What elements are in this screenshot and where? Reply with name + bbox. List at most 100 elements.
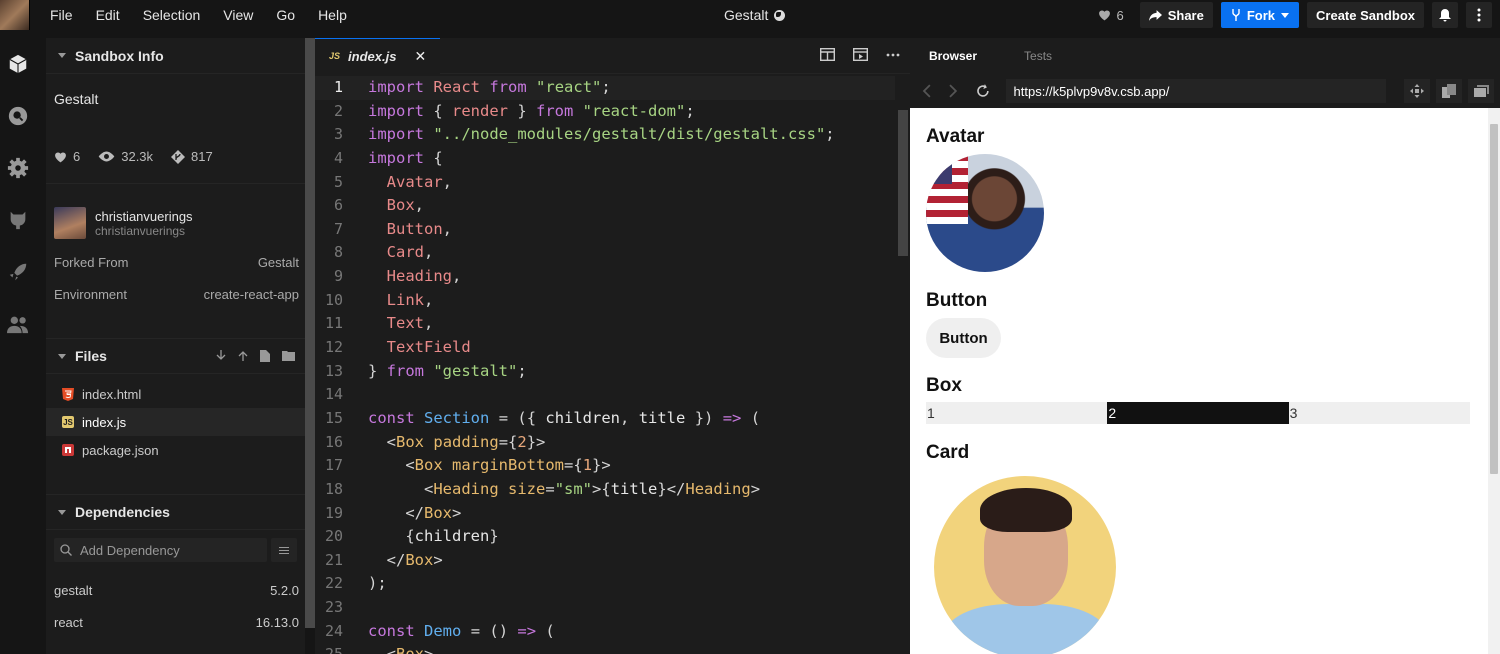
dependency-menu-button[interactable] [271, 538, 297, 562]
code-line[interactable]: 22); [315, 572, 895, 596]
back-icon[interactable] [922, 84, 931, 98]
code-line[interactable]: 23 [315, 596, 895, 620]
activity-sandbox-info[interactable] [0, 38, 36, 90]
activity-github[interactable] [0, 194, 36, 246]
open-new-window-button[interactable] [1436, 79, 1463, 103]
console-icon [1473, 85, 1489, 97]
new-folder-icon[interactable] [282, 350, 295, 361]
user-avatar-logo[interactable] [0, 0, 30, 30]
code-line[interactable]: 25 <Box> [315, 643, 895, 654]
tab-tests[interactable]: Tests [1024, 49, 1052, 63]
create-sandbox-button[interactable]: Create Sandbox [1307, 2, 1424, 28]
avatar [54, 207, 86, 239]
menu-view[interactable]: View [223, 7, 253, 23]
responsive-button[interactable] [1404, 79, 1431, 103]
code-line[interactable]: 16 <Box padding={2}> [315, 431, 895, 455]
menu-go[interactable]: Go [276, 7, 295, 23]
file-item-index-js[interactable]: JS index.js [46, 408, 305, 436]
demo-button[interactable]: Button [926, 318, 1001, 358]
dependency-item-gestalt[interactable]: gestalt 5.2.0 [46, 574, 305, 606]
code-line[interactable]: 15 const Section = ({ children, title }) … [315, 407, 895, 431]
code-line[interactable]: 24 const Demo = () => ( [315, 620, 895, 644]
activity-settings[interactable] [0, 142, 36, 194]
code-line[interactable]: 21 </Box> [315, 549, 895, 573]
editor-scrollbar[interactable] [896, 76, 910, 654]
console-button[interactable] [1468, 79, 1495, 103]
cube-icon [9, 54, 27, 74]
box-row: 1 2 3 [926, 402, 1470, 424]
code-line[interactable]: 18 <Heading size="sm">{title}</Heading> [315, 478, 895, 502]
forked-from-link[interactable]: Gestalt [258, 255, 299, 270]
code-line[interactable]: 6 Box, [315, 194, 895, 218]
sidebar-scrollbar[interactable] [305, 38, 315, 628]
close-icon[interactable]: ✕ [414, 48, 426, 65]
code-line[interactable]: 2 import { render } from "react-dom"; [315, 100, 895, 124]
menu-edit[interactable]: Edit [96, 7, 120, 23]
menu-help[interactable]: Help [318, 7, 347, 23]
share-button[interactable]: Share [1139, 2, 1213, 28]
dependencies-header[interactable]: Dependencies [46, 494, 305, 530]
code-line[interactable]: 12 TextField [315, 336, 895, 360]
preview-scrollbar[interactable] [1488, 108, 1500, 654]
sandbox-info-label: Sandbox Info [75, 47, 164, 64]
preview-icon[interactable] [853, 48, 868, 61]
tab-index-js[interactable]: JS index.js ✕ [315, 37, 441, 74]
dependency-item-react[interactable]: react 16.13.0 [46, 606, 305, 638]
stat-forks: 817 [171, 149, 213, 164]
activity-search[interactable] [0, 90, 36, 142]
menu-file[interactable]: File [50, 7, 73, 23]
preview-tabs: Browser Tests [910, 38, 1500, 74]
more-options-button[interactable] [1466, 2, 1492, 28]
fork-button[interactable]: Fork [1220, 2, 1300, 28]
forward-icon[interactable] [949, 84, 958, 98]
download-icon[interactable] [216, 350, 226, 361]
like-counter[interactable]: 6 [1098, 8, 1124, 23]
code-line[interactable]: 10 Link, [315, 289, 895, 313]
author[interactable]: christianvuerings christianvuerings [46, 184, 305, 246]
upload-icon[interactable] [238, 350, 248, 361]
code-line[interactable]: 7 Button, [315, 218, 895, 242]
code-line[interactable]: 11 Text, [315, 312, 895, 336]
avatar-image [926, 154, 1044, 272]
code-line[interactable]: 17 <Box marginBottom={1}> [315, 454, 895, 478]
code-text: <Heading size="sm">{title}</Heading> [424, 479, 761, 498]
code-line[interactable]: 1 import React from "react"; [315, 76, 895, 100]
notifications-button[interactable] [1432, 2, 1458, 28]
search-icon [60, 544, 72, 556]
activity-deploy[interactable] [0, 246, 36, 298]
code-line[interactable]: 3 import "../node_modules/gestalt/dist/ge… [315, 123, 895, 147]
new-file-icon[interactable] [260, 350, 270, 362]
code-line[interactable]: 4 import { [315, 147, 895, 171]
file-item-package-json[interactable]: package.json [46, 436, 305, 464]
line-number: 6 [333, 196, 343, 215]
split-view-icon[interactable] [820, 48, 835, 61]
environment-label: Environment [54, 286, 127, 302]
code-area[interactable]: 1 import React from "react"; 2 import { ren… [315, 76, 895, 654]
add-dependency-input[interactable]: Add Dependency [54, 538, 267, 562]
activity-live[interactable] [0, 298, 36, 350]
js-icon: JS [329, 51, 341, 61]
move-icon [1410, 84, 1425, 98]
line-number: 20 [324, 527, 343, 546]
code-line[interactable]: 5 Avatar, [315, 171, 895, 195]
file-item-index-html[interactable]: index.html [46, 380, 305, 408]
more-horizontal-icon[interactable] [886, 48, 900, 61]
menu-selection[interactable]: Selection [143, 7, 201, 23]
code-line[interactable]: 13} from "gestalt"; [315, 360, 895, 384]
code-line[interactable]: 14 [315, 383, 895, 407]
code-line[interactable]: 9 Heading, [315, 265, 895, 289]
code-line[interactable]: 8 Card, [315, 241, 895, 265]
add-dependency-placeholder: Add Dependency [80, 542, 180, 558]
editor-scrollbar-thumb[interactable] [898, 110, 908, 256]
url-input[interactable]: https://k5plvp9v8v.csb.app/ [1005, 79, 1387, 103]
stat-views: 32.3k [98, 149, 153, 164]
line-number: 17 [324, 456, 343, 475]
files-header[interactable]: Files [46, 338, 305, 374]
tab-browser[interactable]: Browser [929, 49, 977, 63]
preview-frame[interactable]: Avatar Button Button Box 1 2 3 Card [910, 108, 1500, 654]
preview-scrollbar-thumb[interactable] [1490, 124, 1498, 474]
sandbox-info-header[interactable]: Sandbox Info [46, 38, 305, 74]
refresh-icon[interactable] [976, 84, 990, 98]
code-line[interactable]: 19 </Box> [315, 502, 895, 526]
code-line[interactable]: 20 {children} [315, 525, 895, 549]
